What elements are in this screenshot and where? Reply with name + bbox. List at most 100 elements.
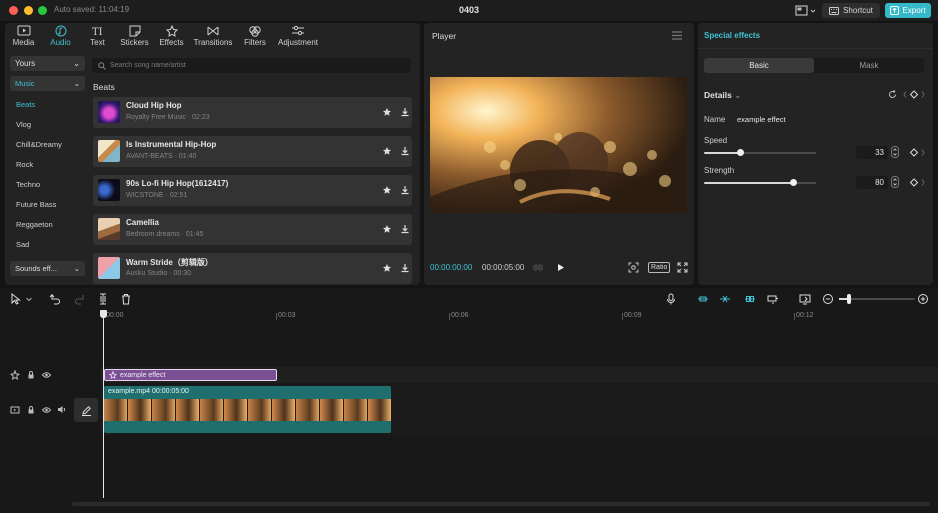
list-item[interactable]: Warm Stride（剪辑版） Ausku Studio · 00:30 (93, 253, 412, 284)
song-cover (98, 257, 120, 279)
layout-menu-button[interactable] (795, 5, 817, 17)
waveform-icon[interactable] (532, 262, 543, 273)
sidebar-item-chill-dreamy[interactable]: Chill&Dreamy (10, 134, 85, 154)
clip-thumbnail (152, 399, 176, 421)
video-clip-label: example.mp4 00:00:05:00 (108, 388, 189, 395)
favorite-icon[interactable] (382, 107, 392, 117)
music-dropdown[interactable]: Music ⌄ (10, 76, 85, 91)
video-preview[interactable] (430, 77, 687, 213)
effects-panel: Special effects Basic Mask Details ⌄ Nam… (698, 23, 933, 285)
video-clip[interactable]: example.mp4 00:00:05:00 (104, 386, 391, 433)
reset-icon[interactable] (888, 90, 897, 99)
volume-icon[interactable] (57, 405, 67, 414)
screenshot-icon[interactable] (628, 262, 639, 273)
speed-stepper-icon[interactable] (891, 146, 899, 158)
sidebar-item-vlog[interactable]: Vlog (10, 114, 85, 134)
strength-slider-handle[interactable] (790, 179, 798, 186)
details-heading[interactable]: Details ⌄ (704, 90, 741, 101)
tab-audio[interactable]: Audio (42, 23, 79, 49)
favorite-icon[interactable] (382, 146, 392, 156)
sidebar-item-techno[interactable]: Techno (10, 174, 85, 194)
tab-adjustment[interactable]: Adjustment (274, 23, 322, 49)
main-track-magnet-icon[interactable] (697, 293, 709, 305)
favorite-icon[interactable] (382, 185, 392, 195)
cover-edit-button[interactable] (74, 398, 98, 422)
chevron-down-icon[interactable] (25, 293, 33, 305)
list-item[interactable]: Cloud Hip Hop Royalty Free Music · 02:23 (93, 97, 412, 128)
download-icon[interactable] (400, 224, 410, 234)
download-icon[interactable] (400, 146, 410, 156)
eye-icon[interactable] (42, 371, 51, 379)
zoom-slider[interactable] (839, 294, 915, 304)
section-title: Beats (93, 82, 115, 92)
sidebar-item-future-bass[interactable]: Future Bass (10, 194, 85, 214)
close-window-button[interactable] (9, 6, 18, 15)
timeline-horizontal-scrollbar[interactable] (72, 502, 930, 506)
keyframe-icon[interactable] (903, 148, 927, 157)
menu-icon[interactable] (672, 31, 682, 40)
sidebar-item-reggaeton[interactable]: Reggaeton (10, 214, 85, 234)
lock-icon[interactable] (27, 371, 35, 379)
effect-clip[interactable]: example effect (104, 369, 277, 381)
playhead[interactable] (103, 310, 104, 498)
keyframe-icon[interactable] (903, 178, 927, 187)
maximize-window-button[interactable] (38, 6, 47, 15)
tab-filters[interactable]: Filters (236, 23, 274, 49)
zoom-slider-handle[interactable] (847, 294, 851, 304)
keyframe-icon[interactable] (903, 90, 927, 99)
split-icon[interactable] (97, 293, 109, 305)
sidebar-item-rock[interactable]: Rock (10, 154, 85, 174)
strength-stepper-icon[interactable] (891, 176, 899, 188)
undo-icon[interactable] (49, 293, 61, 305)
strength-slider[interactable] (704, 179, 816, 186)
ruler-label: 00:12 (796, 312, 814, 319)
list-item[interactable]: Camellia Bedroom dreams · 01:45 (93, 214, 412, 245)
speed-input[interactable]: 33 (856, 146, 888, 159)
sounds-effects-dropdown[interactable]: Sounds eff... ⌄ (10, 261, 85, 276)
tab-stickers[interactable]: Stickers (116, 23, 153, 49)
favorite-icon[interactable] (382, 263, 392, 273)
zoom-out-icon[interactable] (822, 293, 834, 305)
zoom-in-icon[interactable] (917, 293, 929, 305)
song-search-input[interactable]: Search song name/artist (92, 58, 411, 73)
ruler-label: 00:03 (278, 312, 296, 319)
tab-text[interactable]: TI Text (79, 23, 116, 49)
download-icon[interactable] (400, 185, 410, 195)
eye-icon[interactable] (42, 406, 51, 414)
strength-input[interactable]: 80 (856, 176, 888, 189)
redo-icon[interactable] (74, 293, 86, 305)
tab-media[interactable]: Media (5, 23, 42, 49)
favorite-icon[interactable] (382, 224, 392, 234)
speed-slider[interactable] (704, 149, 816, 156)
download-icon[interactable] (400, 107, 410, 117)
speed-slider-handle[interactable] (737, 149, 745, 156)
linkage-icon[interactable] (744, 293, 756, 305)
auto-snap-icon[interactable] (719, 293, 731, 305)
preview-axis-icon[interactable] (767, 293, 779, 305)
ratio-button[interactable]: Ratio (648, 262, 671, 273)
tab-basic[interactable]: Basic (704, 58, 814, 73)
shortcut-button[interactable]: Shortcut (822, 3, 880, 18)
playhead-handle[interactable] (100, 310, 107, 318)
list-item[interactable]: Is Instrumental Hip-Hop AVANT-BEATS · 01… (93, 136, 412, 167)
microphone-icon[interactable] (665, 293, 677, 305)
play-icon[interactable] (555, 262, 566, 273)
keyboard-icon (829, 6, 840, 15)
download-icon[interactable] (400, 263, 410, 273)
yours-dropdown[interactable]: Yours ⌄ (10, 56, 85, 71)
lock-icon[interactable] (27, 406, 35, 414)
select-tool-icon[interactable] (10, 293, 22, 305)
sidebar-item-beats[interactable]: Beats (10, 94, 85, 114)
effects-panel-title: Special effects (704, 31, 761, 40)
export-button[interactable]: Export (885, 3, 931, 18)
tab-effects[interactable]: Effects (153, 23, 190, 49)
tab-transitions[interactable]: Transitions (190, 23, 236, 49)
minimize-window-button[interactable] (24, 6, 33, 15)
player-title: Player (432, 31, 457, 41)
tab-mask[interactable]: Mask (814, 58, 924, 73)
delete-icon[interactable] (120, 293, 132, 305)
cover-preview-icon[interactable] (799, 293, 811, 305)
sidebar-item-sad[interactable]: Sad (10, 234, 85, 254)
list-item[interactable]: 90s Lo-fi Hip Hop(1612417) WICSTONE · 02… (93, 175, 412, 206)
fullscreen-icon[interactable] (677, 262, 688, 273)
